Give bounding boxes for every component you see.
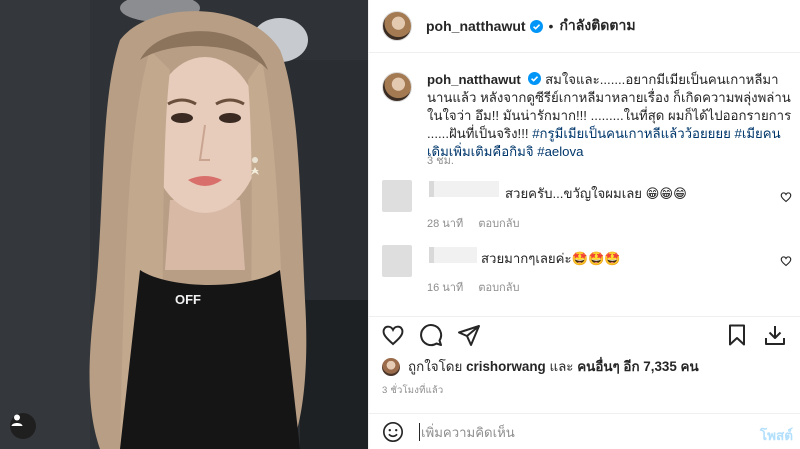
bookmark-icon[interactable] — [725, 323, 749, 347]
comment-meta: 16 นาที ตอบกลับ — [427, 278, 531, 296]
caption: poh_natthawut สมใจและ.......อยากมีเมียเป… — [427, 71, 792, 161]
likes-prefix: ถูกใจโดย — [408, 359, 463, 374]
emoji-icon[interactable] — [382, 421, 404, 443]
reply-button[interactable]: ตอบกลับ — [478, 218, 519, 230]
post-actions — [369, 316, 800, 350]
comment-text: สวยครับ...ขวัญใจผมเลย 😁😁😁 — [505, 186, 687, 201]
separator-dot: • — [548, 18, 554, 34]
author-username[interactable]: poh_natthawut — [426, 18, 526, 34]
share-icon[interactable] — [457, 323, 481, 347]
caption-avatar-wrap — [382, 72, 412, 102]
post-photo[interactable]: OFF — [0, 0, 368, 449]
comment-avatar[interactable] — [382, 180, 412, 212]
heart-icon[interactable] — [780, 255, 792, 267]
comment-avatar[interactable] — [382, 245, 412, 277]
follow-status-button[interactable]: กำลังติดตาม — [559, 15, 635, 37]
post-side-panel: poh_natthawut • กำลังติดตาม poh_natthawu… — [368, 0, 800, 449]
likes-and: และ — [549, 359, 574, 374]
comment-text: สวยมากๆเลยค่ะ🤩🤩🤩 — [481, 251, 621, 266]
author-avatar[interactable] — [382, 11, 412, 41]
shirt-text: OFF — [175, 292, 201, 307]
caption-username[interactable]: poh_natthawut — [427, 72, 521, 87]
comment-username-redacted[interactable] — [429, 247, 477, 263]
user-tag-icon[interactable] — [10, 413, 36, 439]
liker-avatar[interactable] — [382, 357, 400, 376]
comment-meta: 28 นาที ตอบกลับ — [427, 214, 531, 232]
reply-button[interactable]: ตอบกลับ — [478, 282, 519, 294]
comment-input[interactable] — [419, 423, 719, 441]
heart-icon[interactable] — [780, 191, 792, 203]
comment-time: 28 นาที — [427, 218, 464, 230]
likes-summary: ถูกใจโดย crishorwang และ คนอื่นๆ อีก 7,3… — [382, 356, 699, 377]
likes-others-button[interactable]: คนอื่นๆ อีก 7,335 คน — [577, 356, 698, 377]
photo-illustration: OFF — [0, 0, 368, 449]
comments-list: poh_natthawut สมใจและ.......อยากมีเมียเป… — [369, 54, 800, 316]
add-comment-bar: โพสต์ — [369, 413, 800, 449]
post-timestamp: 3 ชั่วโมงที่แล้ว — [382, 385, 444, 396]
heart-icon[interactable] — [381, 323, 405, 347]
verified-icon — [529, 19, 543, 33]
verified-icon — [528, 72, 542, 85]
liker-username[interactable]: crishorwang — [466, 359, 546, 374]
post-header: poh_natthawut • กำลังติดตาม — [369, 0, 800, 53]
instagram-post-modal: OFF poh_natthawut • กำลังติดตาม poh_natt… — [0, 0, 800, 449]
caption-time: 3 ชม. — [427, 155, 454, 167]
post-comment-button[interactable]: โพสต์ — [760, 424, 793, 446]
comment-icon[interactable] — [419, 323, 443, 347]
comment-username-redacted[interactable] — [429, 181, 499, 197]
caption-avatar[interactable] — [382, 72, 412, 102]
comment-time: 16 นาที — [427, 282, 464, 294]
download-icon[interactable] — [763, 323, 787, 347]
